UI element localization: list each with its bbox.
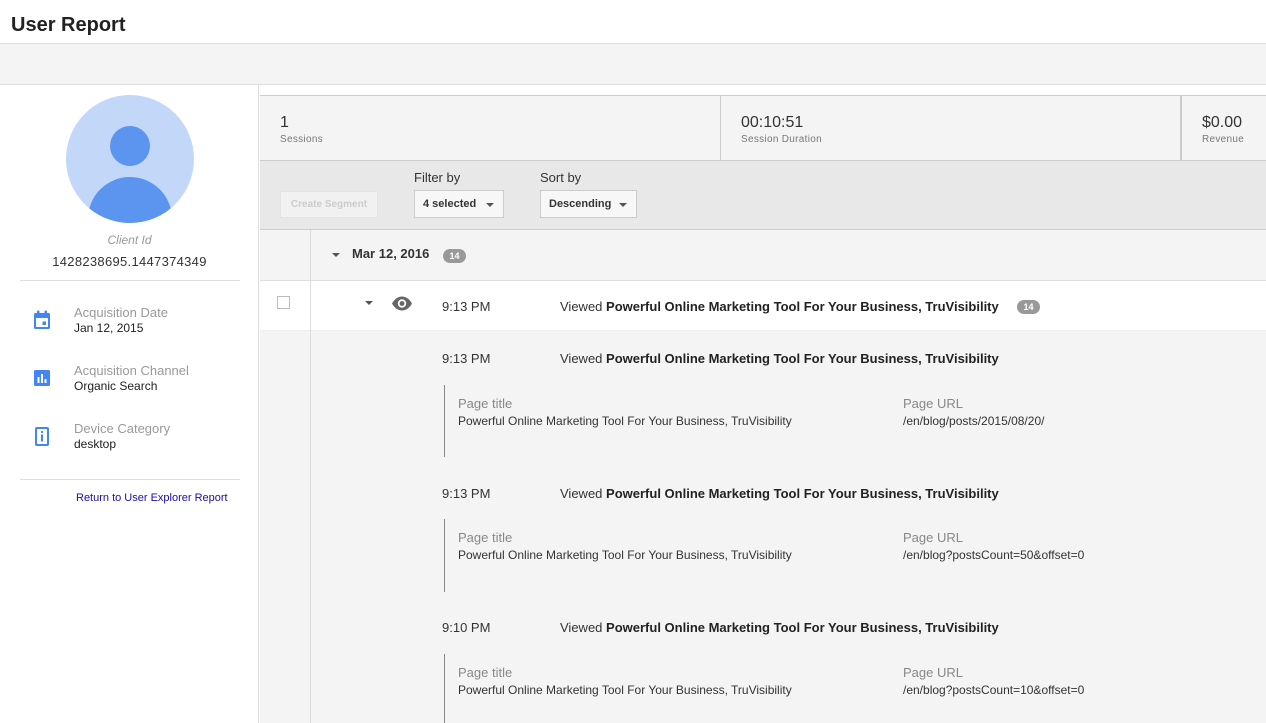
- collapse-caret-icon[interactable]: [365, 301, 373, 305]
- stat-value: 00:10:51: [741, 114, 804, 131]
- session-count-badge: 14: [1017, 300, 1040, 314]
- user-sidebar: Client Id 1428238695.1447374349 Acquisit…: [0, 85, 259, 723]
- sidebar-divider: [20, 479, 240, 480]
- row-gutter: [260, 281, 311, 331]
- chevron-down-icon: [486, 203, 494, 207]
- sort-label: Sort by: [540, 170, 582, 185]
- stat-label: Revenue: [1202, 134, 1245, 145]
- meta-value: Organic Search: [74, 379, 158, 393]
- client-id-label: Client Id: [107, 233, 152, 247]
- date-group-date: Mar 12, 2016: [352, 246, 430, 261]
- stat-label: Session Duration: [741, 134, 822, 145]
- hit-event: Viewed Powerful Online Marketing Tool Fo…: [560, 351, 999, 366]
- page-title-label: Page title: [458, 396, 513, 411]
- page-url-value: /en/blog?postsCount=10&offset=0: [903, 683, 1085, 697]
- sort-value: Descending: [549, 198, 612, 210]
- filter-bar: Create Segment Filter by 4 selected Sort…: [260, 161, 1266, 230]
- filter-label: Filter by: [414, 170, 461, 185]
- session-checkbox[interactable]: [277, 296, 290, 309]
- hit-event: Viewed Powerful Online Marketing Tool Fo…: [560, 486, 999, 501]
- stat-value: $0.00: [1202, 114, 1243, 131]
- page-url-label: Page URL: [903, 665, 963, 680]
- event-page-name: Powerful Online Marketing Tool For Your …: [606, 620, 999, 635]
- hit-time: 9:13 PM: [442, 351, 491, 366]
- hit-detail: Page title Powerful Online Marketing Too…: [444, 654, 1244, 723]
- hit-detail: Page title Powerful Online Marketing Too…: [444, 385, 1244, 457]
- hit-detail: Page title Powerful Online Marketing Too…: [444, 519, 1244, 592]
- page-title-label: Page title: [458, 665, 513, 680]
- event-prefix: Viewed: [560, 486, 603, 501]
- event-prefix: Viewed: [560, 299, 603, 314]
- stat-sessions: 1 Sessions: [260, 96, 721, 160]
- page-title-label: Page title: [458, 530, 513, 545]
- hit-time: 9:13 PM: [442, 486, 491, 501]
- avatar: [66, 95, 194, 223]
- page-url-value: /en/blog/posts/2015/08/20/: [903, 414, 1045, 428]
- device-icon: [35, 427, 49, 446]
- avatar-head: [110, 126, 150, 166]
- stat-value: 1: [280, 114, 289, 131]
- page-title-value: Powerful Online Marketing Tool For Your …: [458, 548, 792, 562]
- bar-chart-icon: [34, 370, 50, 386]
- meta-label: Device Category: [74, 421, 171, 436]
- eye-icon: [392, 296, 412, 311]
- page-title: User Report: [11, 14, 126, 36]
- stats-bar: 1 Sessions 00:10:51 Session Duration $0.…: [260, 95, 1266, 161]
- page-url-label: Page URL: [903, 530, 963, 545]
- date-group-count-badge: 14: [443, 249, 466, 263]
- hit-time: 9:10 PM: [442, 620, 491, 635]
- event-page-name: Powerful Online Marketing Tool For Your …: [606, 299, 999, 314]
- stat-session-duration: 00:10:51 Session Duration: [721, 96, 1181, 160]
- collapse-caret-icon[interactable]: [332, 253, 340, 257]
- meta-device-category: Device Category desktop: [0, 421, 259, 461]
- page-title-value: Powerful Online Marketing Tool For Your …: [458, 414, 792, 428]
- row-gutter: [260, 331, 311, 723]
- stat-revenue: $0.00 Revenue: [1181, 96, 1266, 160]
- filter-dropdown[interactable]: 4 selected: [414, 190, 504, 218]
- page-header: User Report: [0, 0, 1266, 44]
- client-id-value: 1428238695.1447374349: [52, 254, 207, 269]
- stat-label: Sessions: [280, 134, 323, 145]
- sort-dropdown[interactable]: Descending: [540, 190, 637, 218]
- chevron-down-icon: [619, 203, 627, 207]
- filter-value: 4 selected: [423, 198, 477, 210]
- hit-list: 9:13 PM Viewed Powerful Online Marketing…: [260, 331, 1266, 723]
- meta-value: Jan 12, 2015: [74, 321, 144, 335]
- calendar-icon: [34, 310, 50, 329]
- session-row: 9:13 PM Viewed Powerful Online Marketing…: [260, 281, 1266, 331]
- event-page-name: Powerful Online Marketing Tool For Your …: [606, 351, 999, 366]
- event-prefix: Viewed: [560, 620, 603, 635]
- hit-event: Viewed Powerful Online Marketing Tool Fo…: [560, 620, 999, 635]
- event-page-name: Powerful Online Marketing Tool For Your …: [606, 486, 999, 501]
- meta-value: desktop: [74, 437, 117, 451]
- date-group-row: Mar 12, 2016 14: [260, 230, 1266, 281]
- return-to-user-explorer-link[interactable]: Return to User Explorer Report: [76, 492, 228, 504]
- toolbar-band: [0, 44, 1266, 85]
- sidebar-divider: [20, 280, 240, 281]
- page-url-value: /en/blog?postsCount=50&offset=0: [903, 548, 1085, 562]
- page-url-label: Page URL: [903, 396, 963, 411]
- activity-panel: 1 Sessions 00:10:51 Session Duration $0.…: [260, 85, 1266, 723]
- meta-label: Acquisition Channel: [74, 363, 189, 378]
- meta-acquisition-channel: Acquisition Channel Organic Search: [0, 363, 259, 403]
- event-prefix: Viewed: [560, 351, 603, 366]
- session-time: 9:13 PM: [442, 299, 491, 314]
- avatar-body: [88, 177, 172, 223]
- create-segment-button[interactable]: Create Segment: [280, 191, 378, 218]
- meta-acquisition-date: Acquisition Date Jan 12, 2015: [0, 305, 259, 345]
- row-gutter: [260, 230, 311, 281]
- page-title-value: Powerful Online Marketing Tool For Your …: [458, 683, 792, 697]
- session-event: Viewed Powerful Online Marketing Tool Fo…: [560, 299, 999, 314]
- meta-label: Acquisition Date: [74, 305, 168, 320]
